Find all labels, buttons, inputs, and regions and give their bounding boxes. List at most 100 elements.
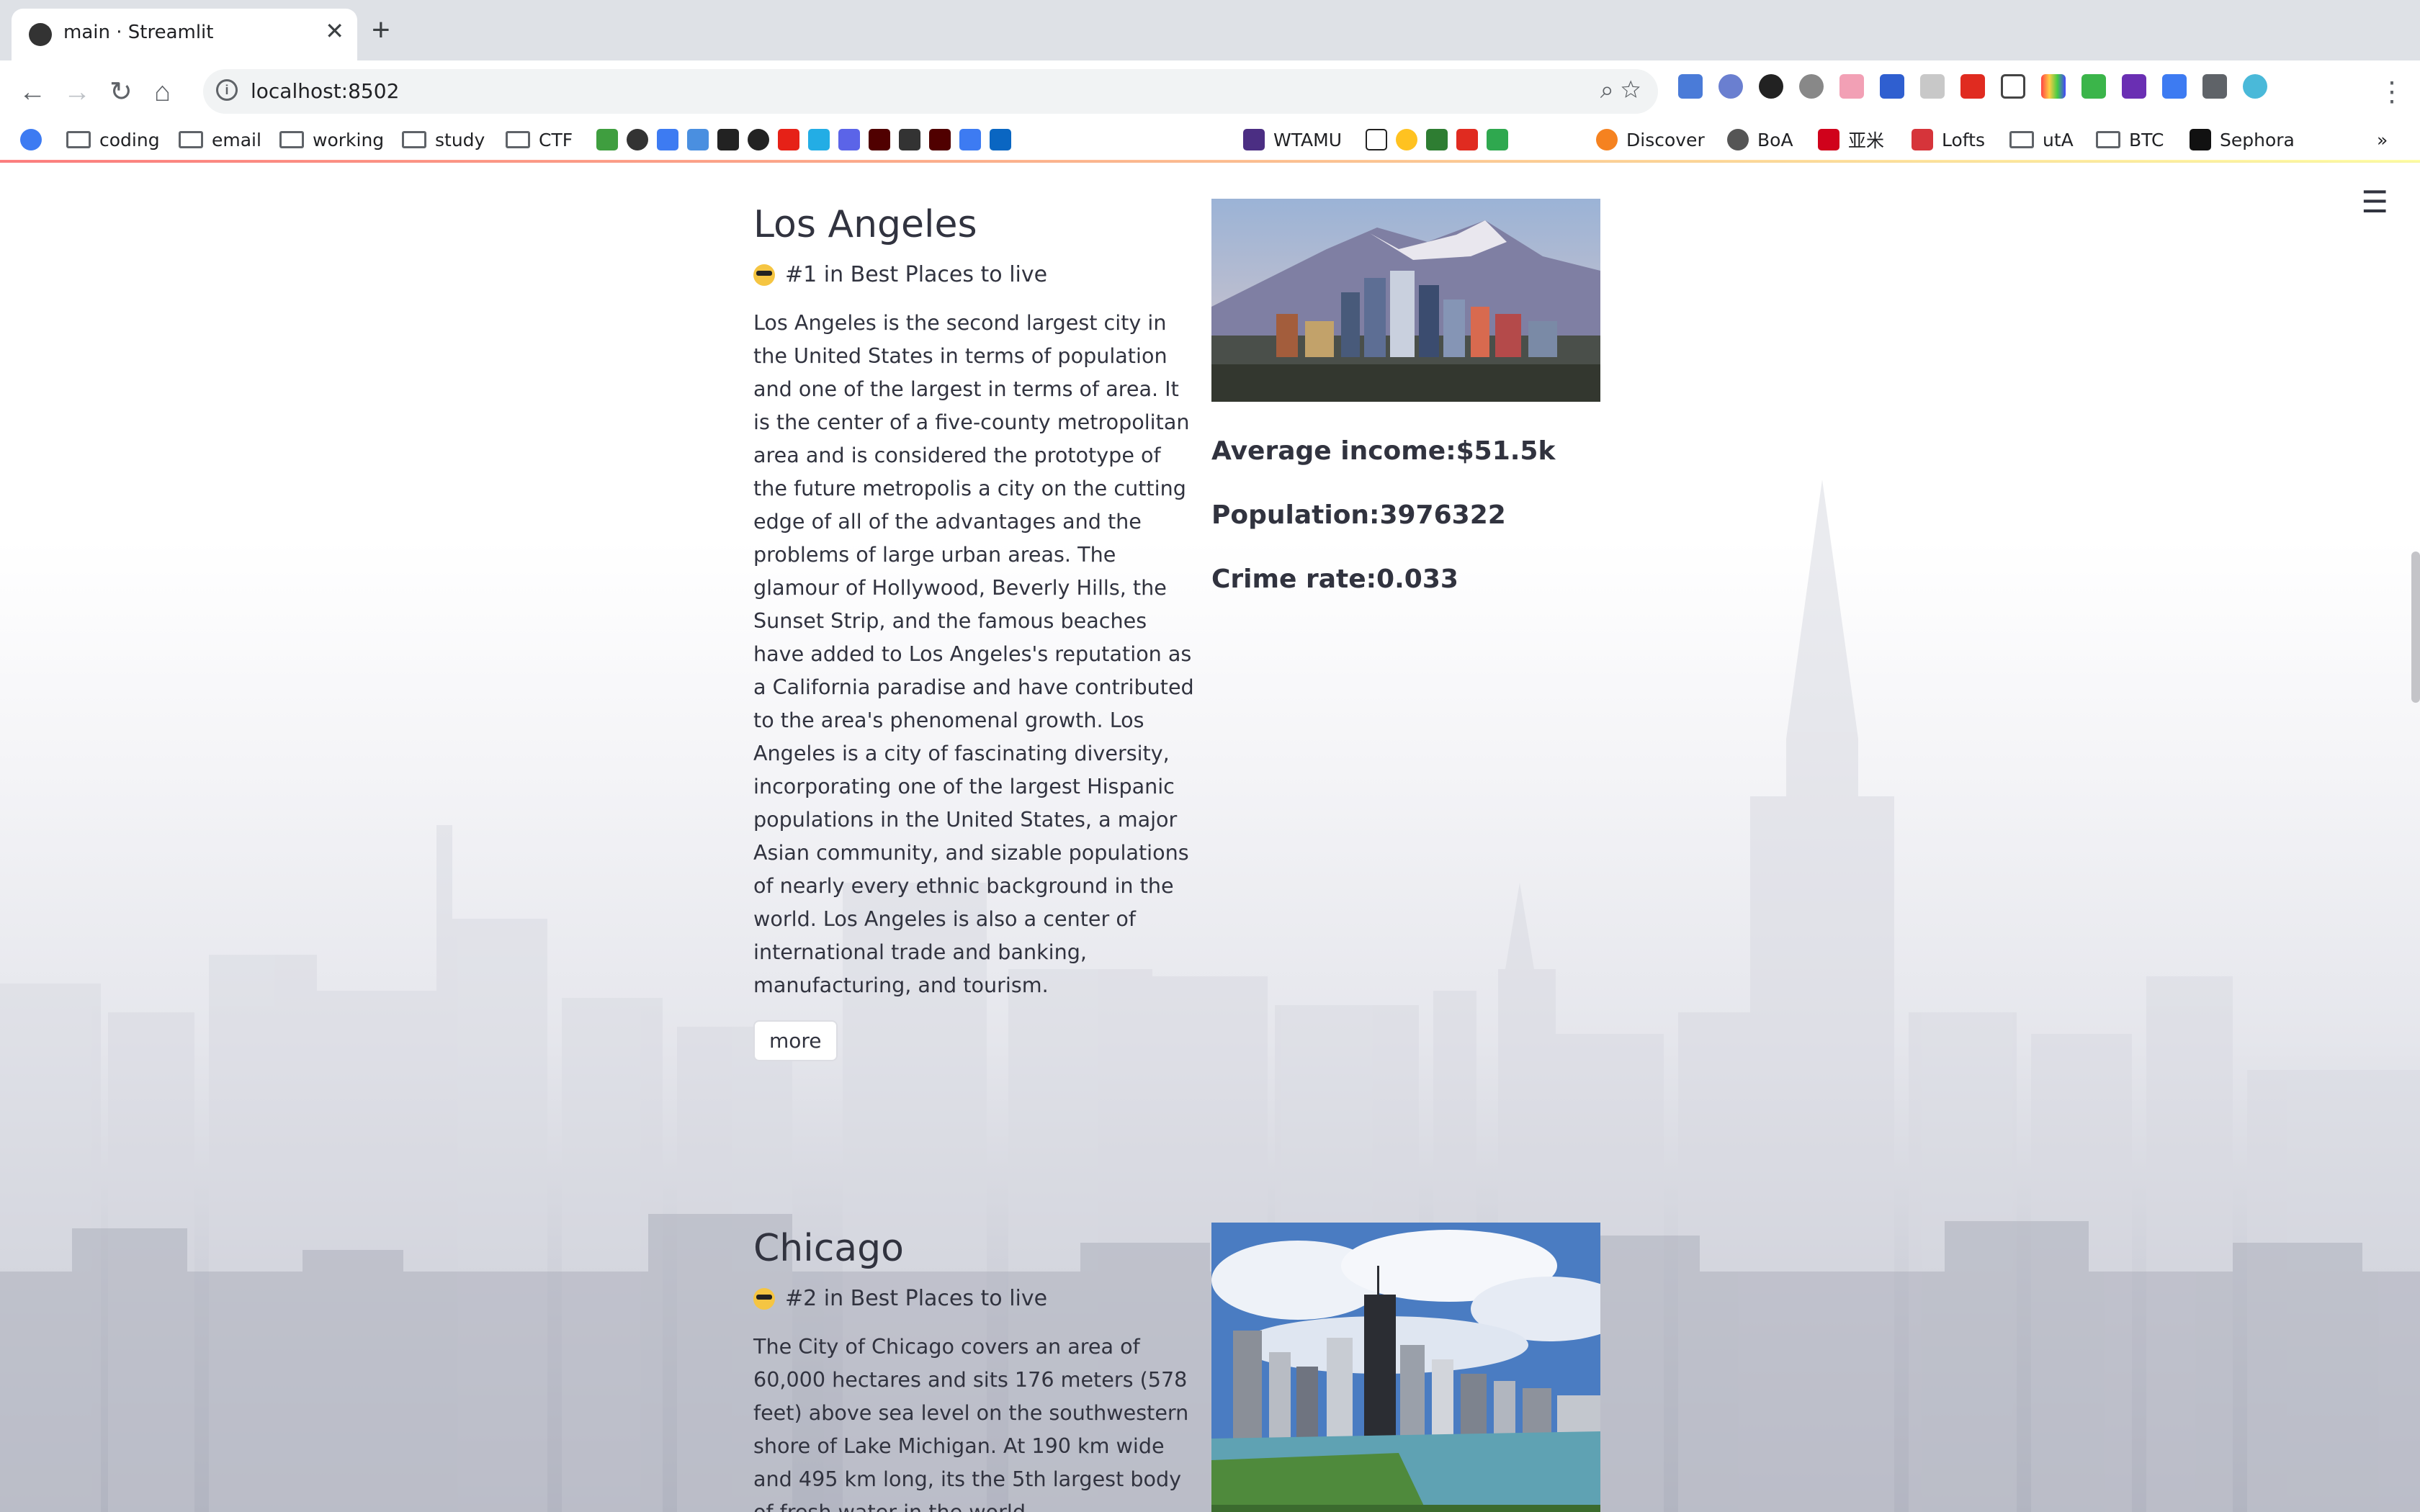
more-button[interactable]: more <box>753 1020 838 1061</box>
shield-extension-icon[interactable] <box>2081 74 2106 99</box>
page-scrollbar[interactable] <box>2411 552 2420 703</box>
puzzle-extensions-icon[interactable] <box>2202 74 2227 99</box>
paw-icon <box>20 129 42 150</box>
back-icon[interactable]: ← <box>19 71 46 114</box>
streamlit-app: ☰ Los Angeles #1 in Best Places to live … <box>0 163 2420 1512</box>
sunglasses-emoji-icon <box>753 264 775 286</box>
sunglasses-emoji-icon <box>753 1287 775 1310</box>
sup-extension-icon[interactable] <box>1960 74 1985 99</box>
home-icon[interactable]: ⌂ <box>154 71 171 114</box>
bookmark-wtamu[interactable]: WTAMU <box>1243 125 1342 154</box>
translate-extension-icon[interactable] <box>1678 74 1703 99</box>
extension-icon[interactable] <box>1718 74 1743 99</box>
bookmark-folder-ctf[interactable]: CTF <box>506 125 573 154</box>
city-description: The City of Chicago covers an area of 60… <box>753 1334 1189 1512</box>
bookmark-label: working <box>313 129 385 150</box>
x-icon <box>1487 129 1508 150</box>
url-text[interactable]: localhost:8502 <box>251 79 399 103</box>
tamu-icon <box>869 129 890 150</box>
profile-avatar[interactable] <box>2243 74 2267 99</box>
sephora-icon <box>2190 129 2211 150</box>
chicago-photo <box>1211 1223 1600 1512</box>
avatar-icon <box>627 129 648 150</box>
folder-icon <box>2009 131 2034 148</box>
tab-strip: main · Streamlit ✕ + <box>0 0 2420 60</box>
folder-icon <box>402 131 426 148</box>
walmart-icon <box>1396 129 1417 150</box>
bookmark-label: utA <box>2043 129 2074 150</box>
city-card-chicago: Chicago #2 in Best Places to live The Ci… <box>753 1223 1600 1512</box>
vv-icon <box>596 129 618 150</box>
bookmark-yami[interactable]: 亚米 <box>1818 125 1884 154</box>
site-info-icon[interactable]: i <box>216 79 238 101</box>
bilibili-icon <box>808 129 830 150</box>
chat-extension-icon[interactable] <box>1799 74 1824 99</box>
amazon-icon <box>1366 129 1387 150</box>
browser-tab[interactable]: main · Streamlit ✕ <box>12 9 357 60</box>
bookmarks-overflow-button[interactable]: » <box>2377 125 2388 154</box>
reload-icon[interactable]: ↻ <box>109 71 133 114</box>
discover-icon <box>1596 129 1618 150</box>
bookmark-folder-coding[interactable]: coding <box>66 125 160 154</box>
zoom-bookmark-icons[interactable]: ⌕ ☆ <box>1600 76 1641 104</box>
bookmark-icon-row[interactable] <box>596 125 1011 154</box>
hex-icon <box>657 129 678 150</box>
bookmark-discover[interactable]: Discover <box>1596 125 1705 154</box>
overflow-icon: » <box>2377 129 2388 150</box>
calendar-extension-icon[interactable] <box>1880 74 1904 99</box>
folder-icon <box>279 131 304 148</box>
sup-icon <box>1456 129 1478 150</box>
stack-icon <box>687 129 709 150</box>
bookmark-label: coding <box>99 129 160 150</box>
bookmark-folder-study[interactable]: study <box>402 125 485 154</box>
bookmark-paw[interactable] <box>20 125 42 154</box>
bookmark-label: BoA <box>1757 129 1793 150</box>
folder-icon <box>179 131 203 148</box>
population: Population:3976322 <box>1211 500 1506 530</box>
github-icon <box>748 129 769 150</box>
translate-extension-icon[interactable] <box>2162 74 2187 99</box>
extension-icon[interactable] <box>1920 74 1945 99</box>
tab-title: main · Streamlit <box>63 22 214 43</box>
streamlit-favicon-icon <box>29 23 52 46</box>
rank-text: #2 in Best Places to live <box>785 1286 1048 1311</box>
extension-icon[interactable] <box>1839 74 1864 99</box>
bookmark-folder-email[interactable]: email <box>179 125 261 154</box>
average-income: Average income:$51.5k <box>1211 436 1556 466</box>
bookmark-boa[interactable]: BoA <box>1727 125 1793 154</box>
bookmark-icon-row-2[interactable] <box>1366 125 1508 154</box>
address-bar[interactable]: i localhost:8502 ⌕ ☆ <box>203 69 1658 114</box>
city-card-los-angeles: Los Angeles #1 in Best Places to live Lo… <box>753 199 1600 1061</box>
bookmark-label: Lofts <box>1942 129 1985 150</box>
bookmark-folder-btc[interactable]: BTC <box>2096 125 2164 154</box>
folder-icon <box>506 131 530 148</box>
lofts-icon <box>1912 129 1933 150</box>
bookmark-label: 亚米 <box>1848 130 1885 151</box>
grid-icon <box>1426 129 1448 150</box>
bookmark-label: study <box>435 129 485 150</box>
crime-rate: Crime rate:0.033 <box>1211 564 1458 594</box>
bookmark-folder-working[interactable]: working <box>279 125 384 154</box>
wtamu-icon <box>1243 129 1265 150</box>
new-tab-button[interactable]: + <box>372 14 390 46</box>
bookmark-label: WTAMU <box>1273 129 1343 150</box>
youtube-icon <box>778 129 799 150</box>
bookmark-lofts[interactable]: Lofts <box>1912 125 1985 154</box>
forward-icon[interactable]: → <box>63 71 91 114</box>
bookmark-folder-uta[interactable]: utA <box>2009 125 2074 154</box>
r-extension-icon[interactable] <box>2122 74 2146 99</box>
bookmark-label: Sephora <box>2220 129 2295 150</box>
bookmark-extension-icon[interactable] <box>2001 74 2025 99</box>
hamburger-menu-icon[interactable]: ☰ <box>2361 184 2388 220</box>
bookmark-label: email <box>212 129 261 150</box>
mastodon-icon <box>838 129 860 150</box>
close-tab-icon[interactable]: ✕ <box>325 17 344 45</box>
bookmark-sephora[interactable]: Sephora <box>2190 125 2295 154</box>
power-extension-icon[interactable] <box>1759 74 1783 99</box>
color-extension-icon[interactable] <box>2041 74 2066 99</box>
city-description: Los Angeles is the second largest city i… <box>753 310 1194 997</box>
bookmark-label: BTC <box>2129 129 2164 150</box>
chicago-image <box>1211 1223 1600 1512</box>
extensions-bar <box>1678 71 2267 102</box>
browser-menu-icon[interactable]: ⋮ <box>2378 71 2406 114</box>
